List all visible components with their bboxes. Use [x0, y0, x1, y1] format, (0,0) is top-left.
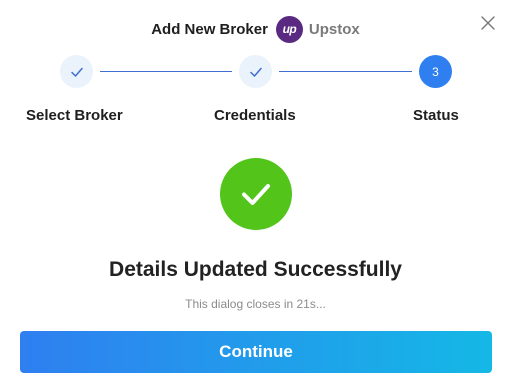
dialog-title: Add New Broker [151, 20, 268, 38]
step-label-status: Status [413, 107, 459, 124]
step-label-credentials: Credentials [214, 107, 296, 124]
upstox-logo-icon: up [275, 15, 303, 43]
step-connector-2 [279, 71, 412, 72]
stepper: 3 [0, 55, 511, 90]
success-check-icon [242, 184, 270, 205]
step-1-indicator [60, 55, 93, 88]
step-connector-1 [100, 71, 232, 72]
step-3-indicator: 3 [419, 55, 452, 88]
step-2-indicator [239, 55, 272, 88]
check-circle-icon [220, 158, 292, 230]
add-broker-dialog: Add New Broker up Upstox 3 Select Broker… [0, 0, 511, 389]
close-countdown-text: This dialog closes in 21s... [185, 297, 326, 311]
broker-logo-text: up [282, 22, 297, 36]
step-label-select-broker: Select Broker [26, 107, 123, 124]
close-icon [481, 16, 495, 30]
continue-button[interactable]: Continue [20, 331, 492, 373]
success-headline: Details Updated Successfully [109, 258, 402, 281]
close-button[interactable] [479, 14, 497, 32]
dialog-header: Add New Broker up Upstox [0, 14, 511, 44]
check-icon [249, 67, 262, 77]
broker-name: Upstox [308, 20, 360, 38]
step-3-number: 3 [432, 64, 439, 79]
check-icon [70, 67, 83, 77]
